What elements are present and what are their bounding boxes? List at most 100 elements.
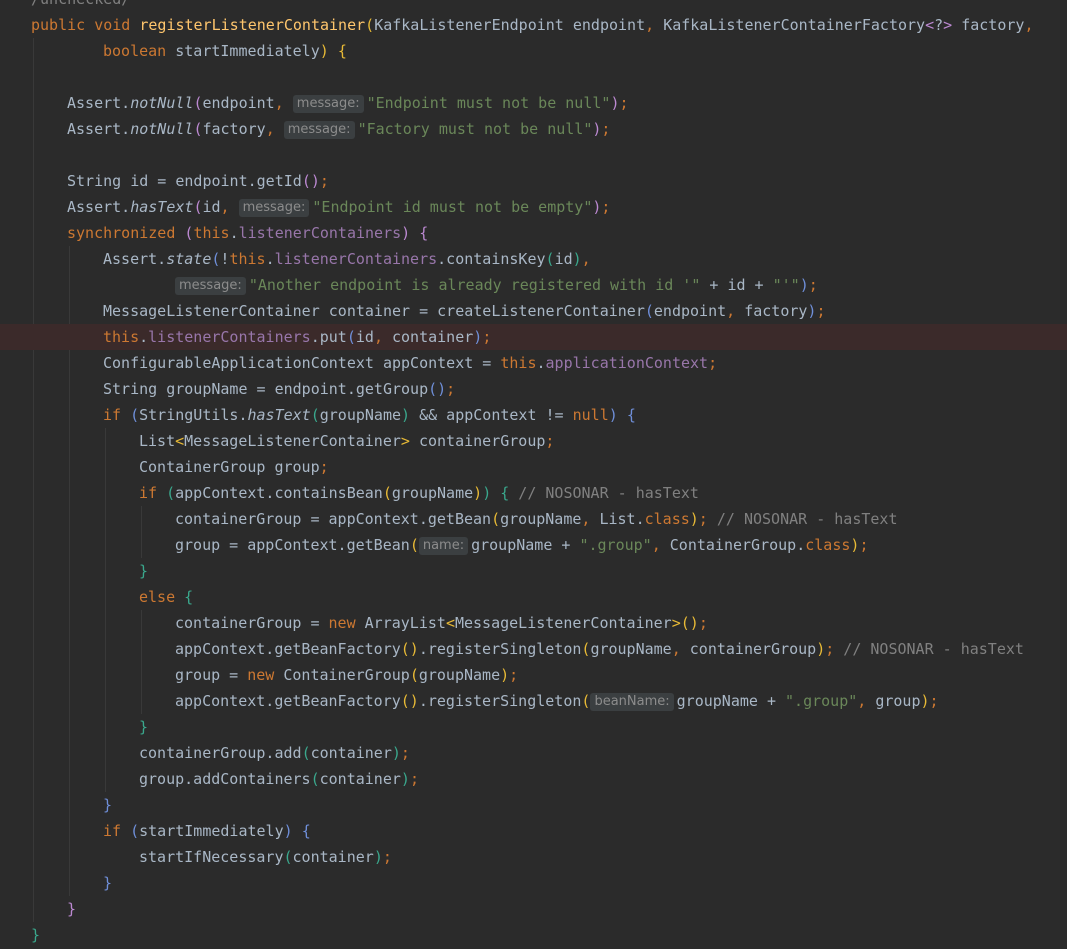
code-token: { (419, 224, 429, 242)
parameter-hint: beanName: (590, 693, 674, 711)
code-token: ; (698, 614, 708, 632)
code-line[interactable]: if (appContext.containsBean(groupName)) … (0, 480, 1067, 506)
code-token: { (184, 588, 194, 606)
code-token: MessageListenerContainer container = cre… (103, 302, 645, 320)
code-token: appContext.containsBean (175, 484, 383, 502)
code-token: () (428, 380, 447, 398)
code-line[interactable]: Assert.hasText(id, message: "Endpoint id … (0, 194, 1067, 220)
code-token: containerGroup (409, 432, 546, 450)
code-line[interactable]: String groupName = endpoint.getGroup(); (0, 376, 1067, 402)
code-token: ; (319, 458, 329, 476)
code-token: container (310, 744, 392, 762)
code-token: ) (799, 276, 809, 294)
code-token: { (301, 822, 311, 840)
code-token: () (400, 640, 419, 658)
code-line[interactable]: startIfNecessary(container); (0, 844, 1067, 870)
code-line[interactable]: group = new ContainerGroup(groupName); (0, 662, 1067, 688)
code-line[interactable]: containerGroup = new ArrayList<MessageLi… (0, 610, 1067, 636)
code-token: if (139, 484, 167, 502)
code-token: notNull (130, 120, 194, 138)
code-line[interactable]: MessageListenerContainer container = cre… (0, 298, 1067, 324)
code-token: container (392, 328, 474, 346)
code-line[interactable]: } (0, 558, 1067, 584)
code-token: + id + (700, 276, 773, 294)
code-token: ( (545, 250, 555, 268)
code-line[interactable]: synchronized (this.listenerContainers) { (0, 220, 1067, 246)
code-line[interactable]: public void registerListenerContainer(Ka… (0, 12, 1067, 38)
code-token: ) (319, 42, 329, 60)
code-token: ( (283, 848, 293, 866)
code-token: notNull (130, 94, 194, 112)
code-line[interactable]: Assert.notNull(factory, message: "Factory… (0, 116, 1067, 142)
code-token: .put (310, 328, 347, 346)
code-token: id (554, 250, 573, 268)
code-line[interactable]: Assert.notNull(endpoint, message: "Endpoi… (0, 90, 1067, 116)
parameter-hint: message: (175, 277, 246, 295)
code-token: ) (689, 510, 699, 528)
code-line[interactable]: } (0, 896, 1067, 922)
code-line[interactable]: appContext.getBeanFactory().registerSing… (0, 636, 1067, 662)
code-token: listenerContainers (148, 328, 311, 346)
code-token: < (925, 16, 935, 34)
code-line[interactable]: Assert.state(!this.listenerContainers.co… (0, 246, 1067, 272)
code-line[interactable]: group.addContainers(container); (0, 766, 1067, 792)
code-line[interactable]: } (0, 922, 1067, 948)
code-line[interactable]: } (0, 714, 1067, 740)
code-line[interactable]: ContainerGroup group; (0, 454, 1067, 480)
code-line[interactable]: if (startImmediately) { (0, 818, 1067, 844)
code-line[interactable]: ConfigurableApplicationContext appContex… (0, 350, 1067, 376)
code-token: MessageListenerContainer (184, 432, 401, 450)
code-token: ) (401, 224, 411, 242)
code-line[interactable]: } (0, 792, 1067, 818)
code-token: registerListenerContainer (139, 16, 366, 34)
code-line[interactable]: List<MessageListenerContainer> container… (0, 428, 1067, 454)
code-line[interactable]: group = appContext.getBean(name: groupNam… (0, 532, 1067, 558)
code-token: hasText (130, 198, 194, 216)
code-token: groupName (319, 406, 402, 424)
code-token: class (805, 536, 851, 554)
code-token: . (139, 328, 149, 346)
code-token: ? (934, 16, 944, 34)
code-token: , (220, 198, 239, 216)
code-line[interactable]: if (StringUtils.hasText(groupName) && ap… (0, 402, 1067, 428)
code-token: ; (859, 536, 869, 554)
code-line[interactable]: /unchecked/ (0, 0, 1067, 12)
parameter-hint: message: (238, 199, 310, 217)
code-line[interactable]: String id = endpoint.getId(); (0, 168, 1067, 194)
code-token: ; (708, 354, 718, 372)
code-token: > (671, 614, 681, 632)
code-token: groupName (500, 510, 582, 528)
code-token: groupName + (676, 692, 786, 710)
code-token: ) (572, 250, 582, 268)
code-line[interactable]: else { (0, 584, 1067, 610)
code-token: group = (175, 666, 248, 684)
code-token: , (274, 94, 293, 112)
code-line[interactable]: this.listenerContainers.put(id, containe… (0, 324, 1067, 350)
code-token: ConfigurableApplicationContext appContex… (103, 354, 501, 372)
code-line[interactable]: containerGroup.add(container); (0, 740, 1067, 766)
code-token: id (202, 198, 221, 216)
code-token: boolean (103, 42, 176, 60)
code-token: groupName (590, 640, 672, 658)
code-line[interactable]: boolean startImmediately) { (0, 38, 1067, 64)
code-line[interactable]: containerGroup = appContext.getBean(grou… (0, 506, 1067, 532)
code-token: , (581, 510, 600, 528)
code-token: ( (409, 536, 419, 554)
code-editor[interactable]: /unchecked/public void registerListenerC… (0, 0, 1067, 949)
code-token: ArrayList (364, 614, 446, 632)
code-line[interactable]: appContext.getBeanFactory().registerSing… (0, 688, 1067, 714)
code-token: ; (482, 328, 492, 346)
code-token: null (572, 406, 609, 424)
code-token: MessageListenerContainer (454, 614, 672, 632)
code-token: ".group" (785, 692, 858, 710)
code-token: this (193, 224, 230, 242)
code-line[interactable] (0, 64, 1067, 90)
code-token: public void (31, 16, 140, 34)
code-token: groupName + (471, 536, 580, 554)
code-line[interactable]: message: "Another endpoint is already reg… (0, 272, 1067, 298)
code-line[interactable]: } (0, 870, 1067, 896)
code-line[interactable] (0, 142, 1067, 168)
code-token: containerGroup.add (139, 744, 302, 762)
code-token: // NOSONAR - hasText (707, 510, 898, 528)
